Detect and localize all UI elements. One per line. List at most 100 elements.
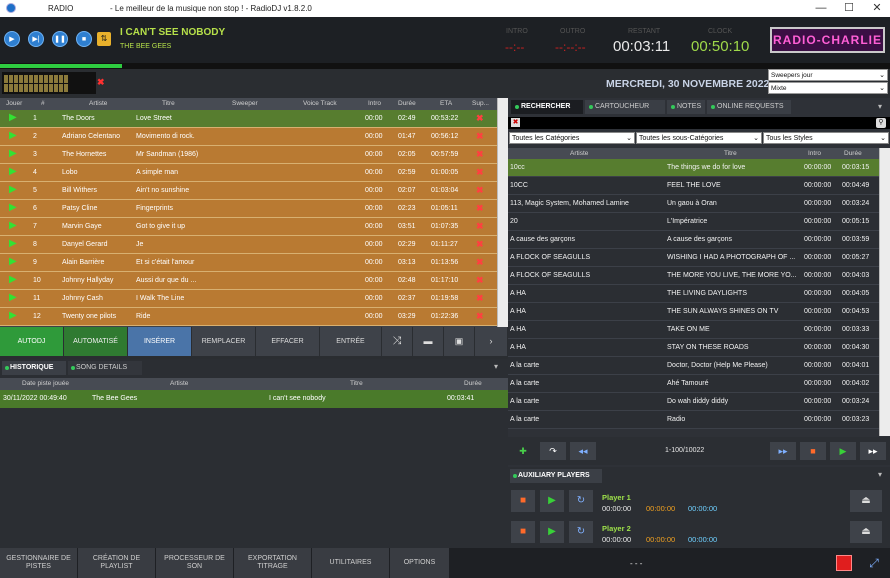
exportation-titrage-button[interactable]: EXPORTATION TITRAGE bbox=[234, 548, 312, 578]
record-icon[interactable] bbox=[836, 555, 852, 571]
processeur-son-button[interactable]: PROCESSEUR DE SON bbox=[156, 548, 234, 578]
play-next-icon[interactable]: ▶| bbox=[28, 31, 44, 47]
subcategory-select[interactable]: Toutes les sous-Catégories ⌄ bbox=[636, 132, 762, 144]
col-duree[interactable]: Durée bbox=[844, 150, 862, 157]
delete-row-icon[interactable]: ✖ bbox=[476, 203, 484, 214]
tab-song-details[interactable]: SONG DETAILS bbox=[68, 361, 142, 375]
col-artiste[interactable]: Artiste bbox=[89, 100, 107, 107]
search-result-row[interactable]: A FLOCK OF SEAGULLS WISHING I HAD A PHOTO… bbox=[508, 249, 879, 267]
play-row-icon[interactable]: ▶ bbox=[9, 202, 17, 213]
search-result-row[interactable]: 10cc The things we do for love 00:00:00 00:… bbox=[508, 159, 879, 177]
creation-playlist-button[interactable]: CRÉATION DE PLAYLIST bbox=[78, 548, 156, 578]
panel-menu-icon[interactable]: ▾ bbox=[878, 102, 882, 111]
effacer-button[interactable]: EFFACER bbox=[256, 327, 320, 356]
tab-rechercher[interactable]: RECHERCHER bbox=[511, 100, 583, 114]
tab-notes[interactable]: NOTES bbox=[667, 100, 705, 114]
prev-page-icon[interactable]: ◂◂ bbox=[570, 442, 596, 460]
autodj-button[interactable]: AUTODJ bbox=[0, 327, 64, 356]
playlist-row[interactable]: ▶ 12 Twenty one pilots Ride 00:00 03:29 01:22:… bbox=[0, 308, 497, 326]
gestionnaire-pistes-button[interactable]: GESTIONNAIRE DE PISTES bbox=[0, 548, 78, 578]
aux1-eject-icon[interactable]: ⏏ bbox=[850, 490, 882, 512]
col-duree[interactable]: Durée bbox=[464, 380, 482, 387]
add-icon[interactable]: ✚ bbox=[510, 442, 536, 460]
play-row-icon[interactable]: ▶ bbox=[9, 220, 17, 231]
search-result-row[interactable]: A la carte Do wah diddy diddy 00:00:00 00:0… bbox=[508, 393, 879, 411]
col-jouer[interactable]: Jouer bbox=[6, 100, 22, 107]
search-result-row[interactable]: A HA THE SUN ALWAYS SHINES ON TV 00:00:00 0… bbox=[508, 303, 879, 321]
playlist-row[interactable]: ▶ 7 Marvin Gaye Got to give it up 00:00 03:51… bbox=[0, 218, 497, 236]
playlist-row[interactable]: ▶ 10 Johnny Hallyday Aussi dur que du ... 00… bbox=[0, 272, 497, 290]
delete-row-icon[interactable]: ✖ bbox=[476, 221, 484, 232]
panel-menu-icon[interactable]: ▾ bbox=[494, 362, 498, 371]
styles-select[interactable]: Tous les Styles ⌄ bbox=[763, 132, 889, 144]
play-row-icon[interactable]: ▶ bbox=[9, 256, 17, 267]
play-icon[interactable]: ▶ bbox=[830, 442, 856, 460]
shuffle-icon[interactable]: ⤨ bbox=[382, 327, 413, 356]
delete-row-icon[interactable]: ✖ bbox=[476, 131, 484, 142]
play-row-icon[interactable]: ▶ bbox=[9, 148, 17, 159]
play-row-icon[interactable]: ▶ bbox=[9, 292, 17, 303]
history-row[interactable]: 30/11/2022 00:49:40 The Bee Gees I can't… bbox=[0, 390, 508, 408]
col-intro[interactable]: Intro bbox=[368, 100, 381, 107]
aux1-play-icon[interactable]: ▶ bbox=[540, 490, 564, 512]
search-result-row[interactable]: A la carte Radio 00:00:00 00:03:23 bbox=[508, 411, 879, 429]
remplacer-button[interactable]: REMPLACER bbox=[192, 327, 256, 356]
tab-online-requests[interactable]: ONLINE REQUESTS bbox=[707, 100, 791, 114]
search-result-row[interactable]: A HA THE LIVING DAYLIGHTS 00:00:00 00:04:05 bbox=[508, 285, 879, 303]
delete-row-icon[interactable]: ✖ bbox=[476, 257, 484, 268]
stop-icon[interactable]: ■ bbox=[800, 442, 826, 460]
playlist-row[interactable]: ▶ 11 Johnny Cash I Walk The Line 00:00 02:37 0… bbox=[0, 290, 497, 308]
search-result-row[interactable]: 113, Magic System, Mohamed Lamine Un gaou… bbox=[508, 195, 879, 213]
options-button[interactable]: OPTIONS bbox=[390, 548, 450, 578]
aux2-loop-icon[interactable]: ↻ bbox=[569, 521, 593, 543]
next-page-icon[interactable]: ▸▸ bbox=[770, 442, 796, 460]
folder-icon[interactable]: ▬ bbox=[413, 327, 444, 356]
playlist-row[interactable]: ▶ 4 Lobo A simple man 00:00 02:59 01:00:05 ✖ bbox=[0, 164, 497, 182]
fast-forward-icon[interactable]: ▸▸ bbox=[860, 442, 886, 460]
delete-row-icon[interactable]: ✖ bbox=[476, 185, 484, 196]
more-icon[interactable]: › bbox=[475, 327, 508, 356]
automatise-button[interactable]: AUTOMATISÉ bbox=[64, 327, 128, 356]
aux1-loop-icon[interactable]: ↻ bbox=[569, 490, 593, 512]
search-scrollbar[interactable] bbox=[879, 148, 890, 436]
aux2-eject-icon[interactable]: ⏏ bbox=[850, 521, 882, 543]
panel-menu-icon[interactable]: ▾ bbox=[878, 470, 882, 479]
play-row-icon[interactable]: ▶ bbox=[9, 238, 17, 249]
delete-row-icon[interactable]: ✖ bbox=[476, 149, 484, 160]
col-titre[interactable]: Titre bbox=[724, 150, 737, 157]
play-row-icon[interactable]: ▶ bbox=[9, 130, 17, 141]
col-artiste[interactable]: Artiste bbox=[170, 380, 188, 387]
playlist-row[interactable]: ▶ 3 The Hornettes Mr Sandman (1986) 00:00 02:… bbox=[0, 146, 497, 164]
delete-row-icon[interactable]: ✖ bbox=[476, 167, 484, 178]
fullscreen-icon[interactable]: ⤢ bbox=[866, 555, 882, 571]
col-sup[interactable]: Sup... bbox=[472, 100, 489, 107]
mixte-select[interactable]: Mixte ⌄ bbox=[768, 82, 888, 94]
col-date[interactable]: Date piste jouée bbox=[22, 380, 69, 387]
aux2-play-icon[interactable]: ▶ bbox=[540, 521, 564, 543]
save-icon[interactable]: ▣ bbox=[444, 327, 475, 356]
play-icon[interactable]: ▶ bbox=[4, 31, 20, 47]
stop-icon[interactable]: ■ bbox=[76, 31, 92, 47]
col-titre[interactable]: Titre bbox=[350, 380, 363, 387]
delete-row-icon[interactable]: ✖ bbox=[476, 311, 484, 322]
col-intro[interactable]: Intro bbox=[808, 150, 821, 157]
minimize-button[interactable]: — bbox=[806, 1, 836, 16]
delete-row-icon[interactable]: ✖ bbox=[476, 293, 484, 304]
vu-reset-icon[interactable]: ✖ bbox=[97, 77, 105, 88]
aux2-stop-icon[interactable]: ■ bbox=[511, 521, 535, 543]
pause-icon[interactable]: ❚❚ bbox=[52, 31, 68, 47]
search-result-row[interactable]: A FLOCK OF SEAGULLS THE MORE YOU LIVE, TH… bbox=[508, 267, 879, 285]
col-voicetrack[interactable]: Voice Track bbox=[303, 100, 337, 107]
play-row-icon[interactable]: ▶ bbox=[9, 166, 17, 177]
sweepers-select[interactable]: Sweepers jour ⌄ bbox=[768, 69, 888, 81]
col-num[interactable]: # bbox=[41, 100, 45, 107]
maximize-button[interactable]: ☐ bbox=[834, 1, 864, 16]
col-duree[interactable]: Durée bbox=[398, 100, 416, 107]
search-result-row[interactable]: 20 L'Impératrice 00:00:00 00:05:15 bbox=[508, 213, 879, 231]
delete-row-icon[interactable]: ✖ bbox=[476, 113, 484, 124]
search-result-row[interactable]: A HA TAKE ON ME 00:00:00 00:03:33 bbox=[508, 321, 879, 339]
redo-icon[interactable]: ↷ bbox=[540, 442, 566, 460]
play-row-icon[interactable]: ▶ bbox=[9, 112, 17, 123]
playlist-row[interactable]: ▶ 2 Adriano Celentano Movimento di rock. 00:… bbox=[0, 128, 497, 146]
delete-row-icon[interactable]: ✖ bbox=[476, 239, 484, 250]
